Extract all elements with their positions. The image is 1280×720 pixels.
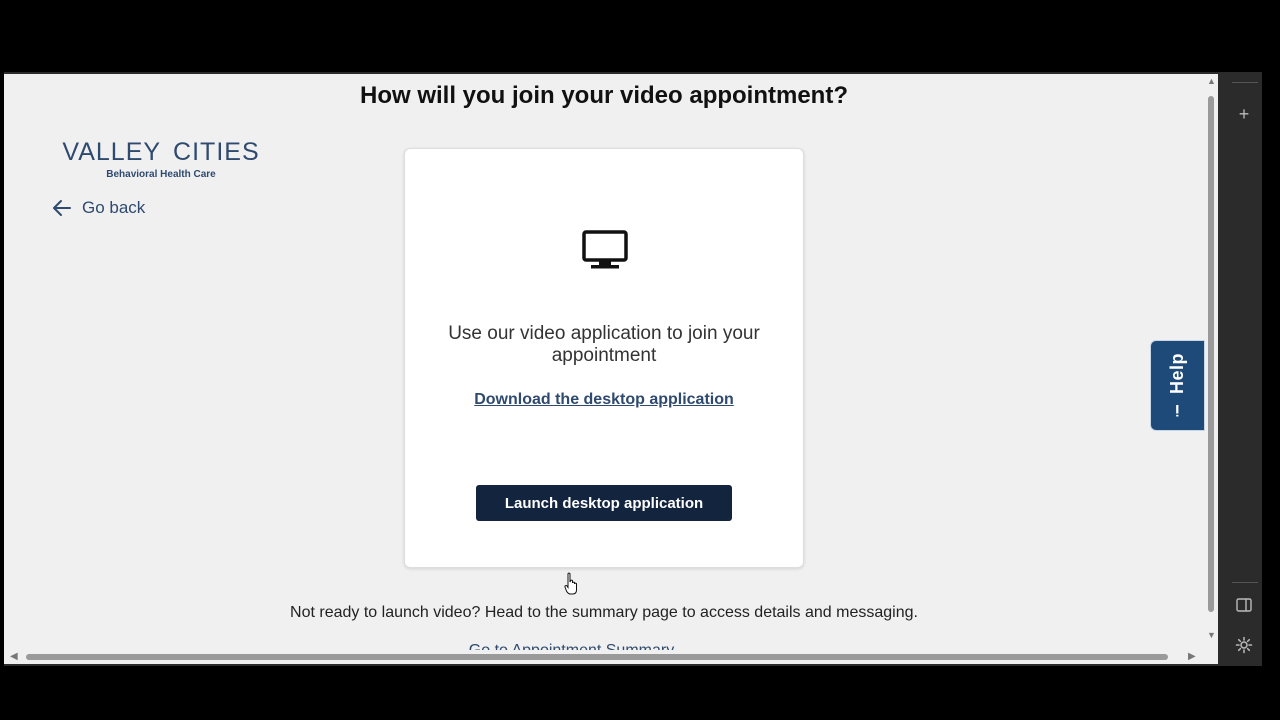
launch-desktop-app-button[interactable]: Launch desktop application	[476, 485, 732, 521]
logo-wordmark: VALLEY CITIES	[62, 138, 258, 167]
add-plus-icon[interactable]: +	[1234, 104, 1254, 125]
logo-name-right: CITIES	[173, 138, 260, 166]
scroll-left-arrow-icon[interactable]: ◀	[10, 651, 18, 662]
info-icon: i	[1175, 401, 1180, 418]
go-back-label: Go back	[82, 198, 146, 217]
card-description: Use our video application to join your a…	[448, 323, 760, 366]
logo-name-left: VALLEY	[62, 138, 162, 166]
side-panel-divider	[1232, 82, 1258, 83]
vertical-scroll-thumb[interactable]	[1208, 96, 1214, 612]
vertical-scrollbar[interactable]: ▲ ▼	[1205, 74, 1218, 646]
valley-cities-logo: VALLEY CITIES Behavioral Health Care	[62, 138, 258, 180]
not-ready-message: Not ready to launch video? Head to the s…	[290, 604, 918, 621]
desktop-monitor-icon	[582, 230, 628, 269]
horizontal-scroll-thumb[interactable]	[26, 654, 1168, 660]
browser-frame: How will you join your video appointment…	[4, 72, 1262, 666]
help-label: Help	[1167, 352, 1187, 394]
desktop-app-option-card: Use our video application to join your a…	[404, 148, 804, 568]
browser-side-panel: +	[1222, 72, 1262, 666]
scroll-up-arrow-icon[interactable]: ▲	[1207, 76, 1216, 86]
page-title: How will you join your video appointment…	[359, 82, 848, 109]
horizontal-scrollbar[interactable]: ◀ ▶	[4, 650, 1204, 664]
side-panel-divider	[1232, 582, 1258, 583]
page-viewport: How will you join your video appointment…	[4, 74, 1218, 664]
download-desktop-app-link[interactable]: Download the desktop application	[405, 391, 803, 409]
logo-tagline: Behavioral Health Care	[106, 169, 216, 180]
sidebar-toggle-icon[interactable]	[1234, 598, 1254, 612]
mouse-pointer-hand-icon	[564, 572, 577, 595]
scroll-down-arrow-icon[interactable]: ▼	[1207, 630, 1216, 640]
scroll-right-arrow-icon[interactable]: ▶	[1188, 651, 1196, 662]
arrow-left-icon	[53, 200, 71, 216]
gear-icon[interactable]	[1234, 636, 1254, 654]
go-back-link[interactable]: Go back	[52, 198, 145, 218]
help-tab[interactable]: Help i	[1150, 340, 1205, 431]
